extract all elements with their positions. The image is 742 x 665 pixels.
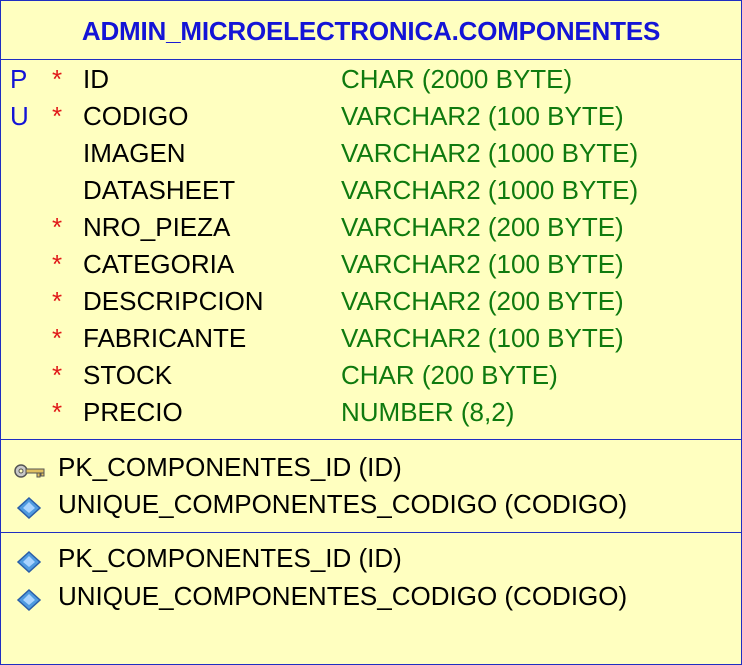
column-row[interactable]: * DESCRIPCION VARCHAR2 (200 BYTE) xyxy=(1,283,741,320)
required-marker: * xyxy=(52,212,63,242)
table-title: ADMIN_MICROELECTRONICA.COMPONENTES xyxy=(1,1,741,60)
required-marker: * xyxy=(52,286,63,316)
column-row[interactable]: * CATEGORIA VARCHAR2 (100 BYTE) xyxy=(1,246,741,283)
column-name: PRECIO xyxy=(83,397,183,427)
index-icon xyxy=(13,585,47,612)
column-type: VARCHAR2 (100 BYTE) xyxy=(341,323,624,353)
unique-key-row[interactable]: UNIQUE_COMPONENTES_CODIGO (CODIGO) xyxy=(1,486,741,523)
column-type: CHAR (200 BYTE) xyxy=(341,360,558,390)
column-name: FABRICANTE xyxy=(83,323,247,353)
unique-key-icon xyxy=(13,493,47,520)
column-name: CODIGO xyxy=(83,101,189,131)
column-row[interactable]: * PRECIO NUMBER (8,2) xyxy=(1,394,741,431)
column-name: CATEGORIA xyxy=(83,249,235,279)
primary-key-icon xyxy=(13,456,47,480)
key-flag: P xyxy=(10,64,28,94)
column-type: VARCHAR2 (200 BYTE) xyxy=(341,286,624,316)
table-entity[interactable]: ADMIN_MICROELECTRONICA.COMPONENTES P * I… xyxy=(0,0,742,665)
required-marker: * xyxy=(52,397,63,427)
indexes-divider xyxy=(1,532,741,533)
column-name: IMAGEN xyxy=(83,138,186,168)
column-row[interactable]: * FABRICANTE VARCHAR2 (100 BYTE) xyxy=(1,320,741,357)
column-name: DESCRIPCION xyxy=(83,286,264,316)
column-type: NUMBER (8,2) xyxy=(341,397,515,427)
required-marker: * xyxy=(52,64,63,94)
required-marker: * xyxy=(52,249,63,279)
keys-divider xyxy=(1,439,741,440)
required-marker: * xyxy=(52,360,63,390)
constraint-label: PK_COMPONENTES_ID (ID) xyxy=(58,452,402,482)
index-row[interactable]: PK_COMPONENTES_ID (ID) xyxy=(1,540,741,577)
column-type: VARCHAR2 (200 BYTE) xyxy=(341,212,624,242)
required-marker: * xyxy=(52,323,63,353)
column-row[interactable]: * STOCK CHAR (200 BYTE) xyxy=(1,357,741,394)
column-type: VARCHAR2 (1000 BYTE) xyxy=(341,175,639,205)
required-marker: * xyxy=(52,101,63,131)
column-row[interactable]: IMAGEN VARCHAR2 (1000 BYTE) xyxy=(1,135,741,172)
column-row[interactable]: DATASHEET VARCHAR2 (1000 BYTE) xyxy=(1,172,741,209)
index-row[interactable]: UNIQUE_COMPONENTES_CODIGO (CODIGO) xyxy=(1,578,741,615)
index-label: PK_COMPONENTES_ID (ID) xyxy=(58,543,402,573)
column-name: STOCK xyxy=(83,360,173,390)
column-row[interactable]: U * CODIGO VARCHAR2 (100 BYTE) xyxy=(1,98,741,135)
column-row[interactable]: P * ID CHAR (2000 BYTE) xyxy=(1,61,741,98)
column-name: ID xyxy=(83,64,109,94)
constraint-label: UNIQUE_COMPONENTES_CODIGO (CODIGO) xyxy=(58,489,628,519)
column-type: CHAR (2000 BYTE) xyxy=(341,64,573,94)
key-flag: U xyxy=(10,101,29,131)
primary-key-row[interactable]: PK_COMPONENTES_ID (ID) xyxy=(1,449,741,486)
index-label: UNIQUE_COMPONENTES_CODIGO (CODIGO) xyxy=(58,581,628,611)
column-type: VARCHAR2 (1000 BYTE) xyxy=(341,138,639,168)
column-row[interactable]: * NRO_PIEZA VARCHAR2 (200 BYTE) xyxy=(1,209,741,246)
index-icon xyxy=(13,547,47,574)
column-list: P * ID CHAR (2000 BYTE) U * CODIGO VARCH… xyxy=(1,60,741,439)
column-type: VARCHAR2 (100 BYTE) xyxy=(341,101,624,131)
column-name: DATASHEET xyxy=(83,175,236,205)
column-type: VARCHAR2 (100 BYTE) xyxy=(341,249,624,279)
column-name: NRO_PIEZA xyxy=(83,212,231,242)
